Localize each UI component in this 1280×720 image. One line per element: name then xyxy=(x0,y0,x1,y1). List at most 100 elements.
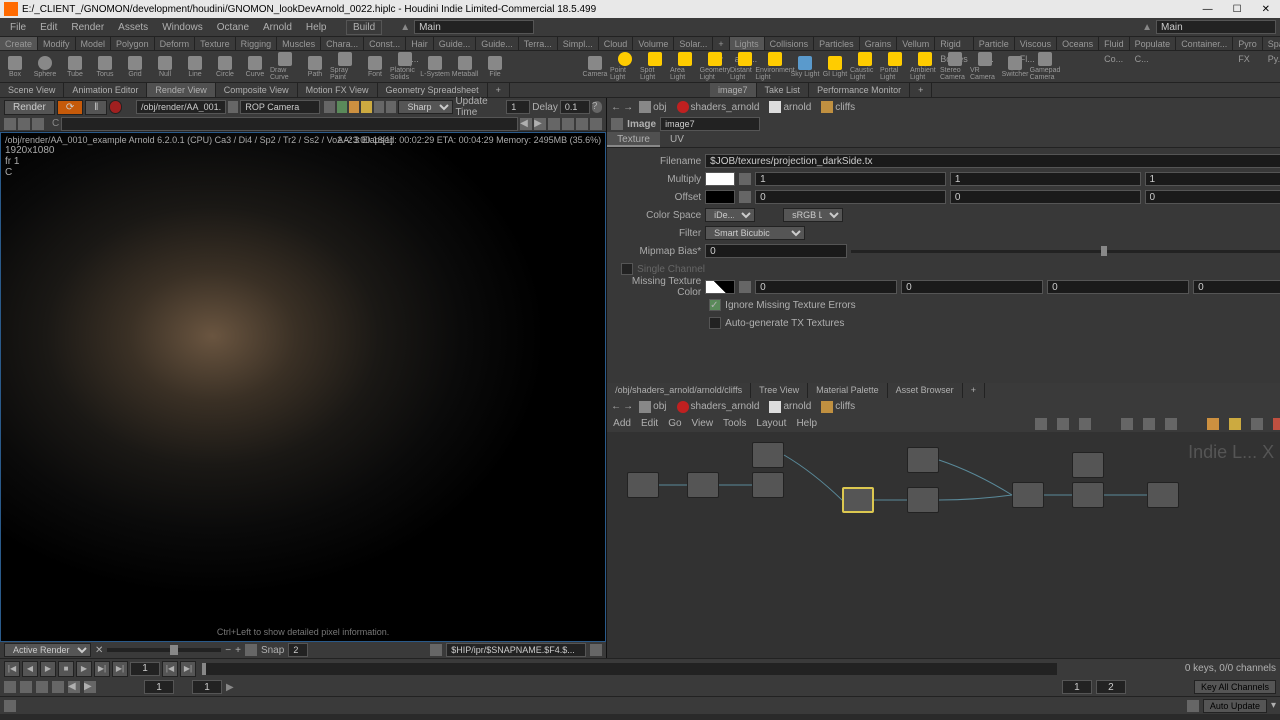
component-input[interactable] xyxy=(61,117,518,131)
desktop-input-2[interactable] xyxy=(1156,20,1276,34)
status-icon[interactable] xyxy=(4,700,16,712)
delay-input[interactable] xyxy=(560,100,590,114)
node[interactable] xyxy=(1147,482,1179,508)
shelf-tab[interactable]: Chara... xyxy=(321,37,364,50)
menu-edit[interactable]: Edit xyxy=(34,22,63,33)
next-frame-button[interactable]: ▶| xyxy=(94,661,110,677)
shelf-tab[interactable]: Polygon xyxy=(111,37,155,50)
menu-render[interactable]: Render xyxy=(65,22,110,33)
camera-input[interactable] xyxy=(240,100,320,114)
back-button[interactable]: ← xyxy=(611,401,621,412)
end-frame-input[interactable] xyxy=(192,680,222,694)
nav-icon[interactable]: ▶ xyxy=(534,118,546,130)
shelf-tab[interactable]: Terra... xyxy=(519,37,558,50)
plus-button[interactable]: + xyxy=(235,645,241,656)
filename-input[interactable] xyxy=(705,154,1280,168)
node[interactable] xyxy=(627,472,659,498)
tool-drawcurve[interactable]: Draw Curve xyxy=(270,52,300,82)
node[interactable] xyxy=(1072,482,1104,508)
node-menu-go[interactable]: Go xyxy=(668,418,681,429)
shelf-tab[interactable]: Rigid Bodies xyxy=(935,37,974,50)
add-tab-button[interactable]: + xyxy=(488,83,510,97)
help-icon[interactable]: ? xyxy=(592,101,602,113)
prev-key-button[interactable]: |◀ xyxy=(162,661,178,677)
tool-vrcam[interactable]: VR Camera xyxy=(970,52,1000,82)
shelf-tab[interactable]: Deform xyxy=(155,37,196,50)
node[interactable] xyxy=(687,472,719,498)
node-path-tab[interactable]: /obj/shaders_arnold/arnold/cliffs xyxy=(607,383,751,398)
tool-circle[interactable]: Circle xyxy=(210,52,240,82)
node[interactable] xyxy=(1072,452,1104,478)
tool-metaball[interactable]: Metaball xyxy=(450,52,480,82)
save-snapshot-icon[interactable] xyxy=(590,644,602,656)
first-frame-button[interactable]: |◀ xyxy=(4,661,20,677)
shelf-tab[interactable]: Particles xyxy=(814,37,860,50)
build-label[interactable]: Build xyxy=(346,20,382,35)
shelf-tab[interactable]: Viscous Fl... xyxy=(1015,37,1057,50)
desktop-input[interactable] xyxy=(414,20,534,34)
layout-icon[interactable] xyxy=(1121,418,1133,430)
colorpicker-icon[interactable] xyxy=(739,191,751,203)
pane-tab[interactable]: Animation Editor xyxy=(64,83,147,97)
note-icon[interactable] xyxy=(1251,418,1263,430)
dropdown-icon[interactable]: ▾ xyxy=(1271,700,1276,711)
pane-tab[interactable]: Scene View xyxy=(0,83,64,97)
add-tab-button[interactable]: + xyxy=(910,83,932,97)
camera-icon[interactable] xyxy=(245,644,257,656)
node-menu-help[interactable]: Help xyxy=(796,418,817,429)
sharp-select[interactable]: Sharp xyxy=(398,100,453,114)
pane-tab[interactable]: Motion FX View xyxy=(298,83,378,97)
missing-b-input[interactable] xyxy=(1047,280,1189,294)
multiply-b-input[interactable] xyxy=(1145,172,1280,186)
tool-arealight[interactable]: Area Light xyxy=(670,52,700,82)
missing-a-input[interactable] xyxy=(1193,280,1280,294)
operator-picker-icon[interactable] xyxy=(228,101,238,113)
colorspace-select[interactable]: iDe... xyxy=(705,208,755,222)
timeline-playhead[interactable] xyxy=(202,663,206,675)
snapshot-icon[interactable] xyxy=(324,101,334,113)
tool-null[interactable]: Null xyxy=(150,52,180,82)
shelf-tab[interactable]: Simpl... xyxy=(558,37,599,50)
node[interactable] xyxy=(907,447,939,473)
tool-geolight[interactable]: Geometry Light xyxy=(700,52,730,82)
multiply-r-input[interactable] xyxy=(755,172,946,186)
shelf-tab[interactable]: Sparse Py... xyxy=(1263,37,1280,50)
update-time-input[interactable] xyxy=(506,100,530,114)
shelf-tab[interactable]: Grains xyxy=(860,37,898,50)
tab-texture[interactable]: Texture xyxy=(607,132,660,147)
maximize-button[interactable]: ☐ xyxy=(1227,4,1248,15)
missing-r-input[interactable] xyxy=(755,280,897,294)
forward-button[interactable]: → xyxy=(623,102,633,113)
tool-envlight[interactable]: Environment Light xyxy=(760,52,790,82)
shelf-tab[interactable]: Guide... xyxy=(434,37,477,50)
shelf-tab[interactable]: Hair ... xyxy=(406,37,434,50)
shelf-tab[interactable]: Guide... xyxy=(476,37,519,50)
color-icon[interactable] xyxy=(1207,418,1219,430)
layout-icon[interactable] xyxy=(1143,418,1155,430)
minimize-button[interactable]: — xyxy=(1197,4,1219,15)
tool-spray[interactable]: Spray Paint xyxy=(330,52,360,82)
multiply-swatch[interactable] xyxy=(705,172,735,186)
grid-icon[interactable] xyxy=(1079,418,1091,430)
node[interactable] xyxy=(907,487,939,513)
key-all-button[interactable]: Key All Channels xyxy=(1194,680,1276,694)
pane-tab[interactable]: Composite View xyxy=(216,83,298,97)
pause-render-button[interactable]: ‖ xyxy=(85,100,107,115)
reset-icon[interactable] xyxy=(576,118,588,130)
tool-camera[interactable]: Camera xyxy=(580,52,610,82)
shelf-tab[interactable]: Vellum xyxy=(897,37,935,50)
shelf-tab[interactable]: Const... xyxy=(364,37,406,50)
key-icon[interactable] xyxy=(36,681,48,693)
menu-windows[interactable]: Windows xyxy=(156,22,209,33)
node-tab[interactable]: Asset Browser xyxy=(888,383,963,398)
node-selected[interactable] xyxy=(842,487,874,513)
tool-file[interactable]: File xyxy=(480,52,510,82)
minus-button[interactable]: − xyxy=(225,645,231,656)
stop-button[interactable]: ■ xyxy=(58,661,74,677)
start-frame-input[interactable] xyxy=(144,680,174,694)
color-icon[interactable] xyxy=(1229,418,1241,430)
disk-icon[interactable] xyxy=(430,644,442,656)
shelf-tab[interactable]: Pyro FX xyxy=(1233,37,1263,50)
offset-swatch[interactable] xyxy=(705,190,735,204)
pane-tab[interactable]: Performance Monitor xyxy=(809,83,910,97)
